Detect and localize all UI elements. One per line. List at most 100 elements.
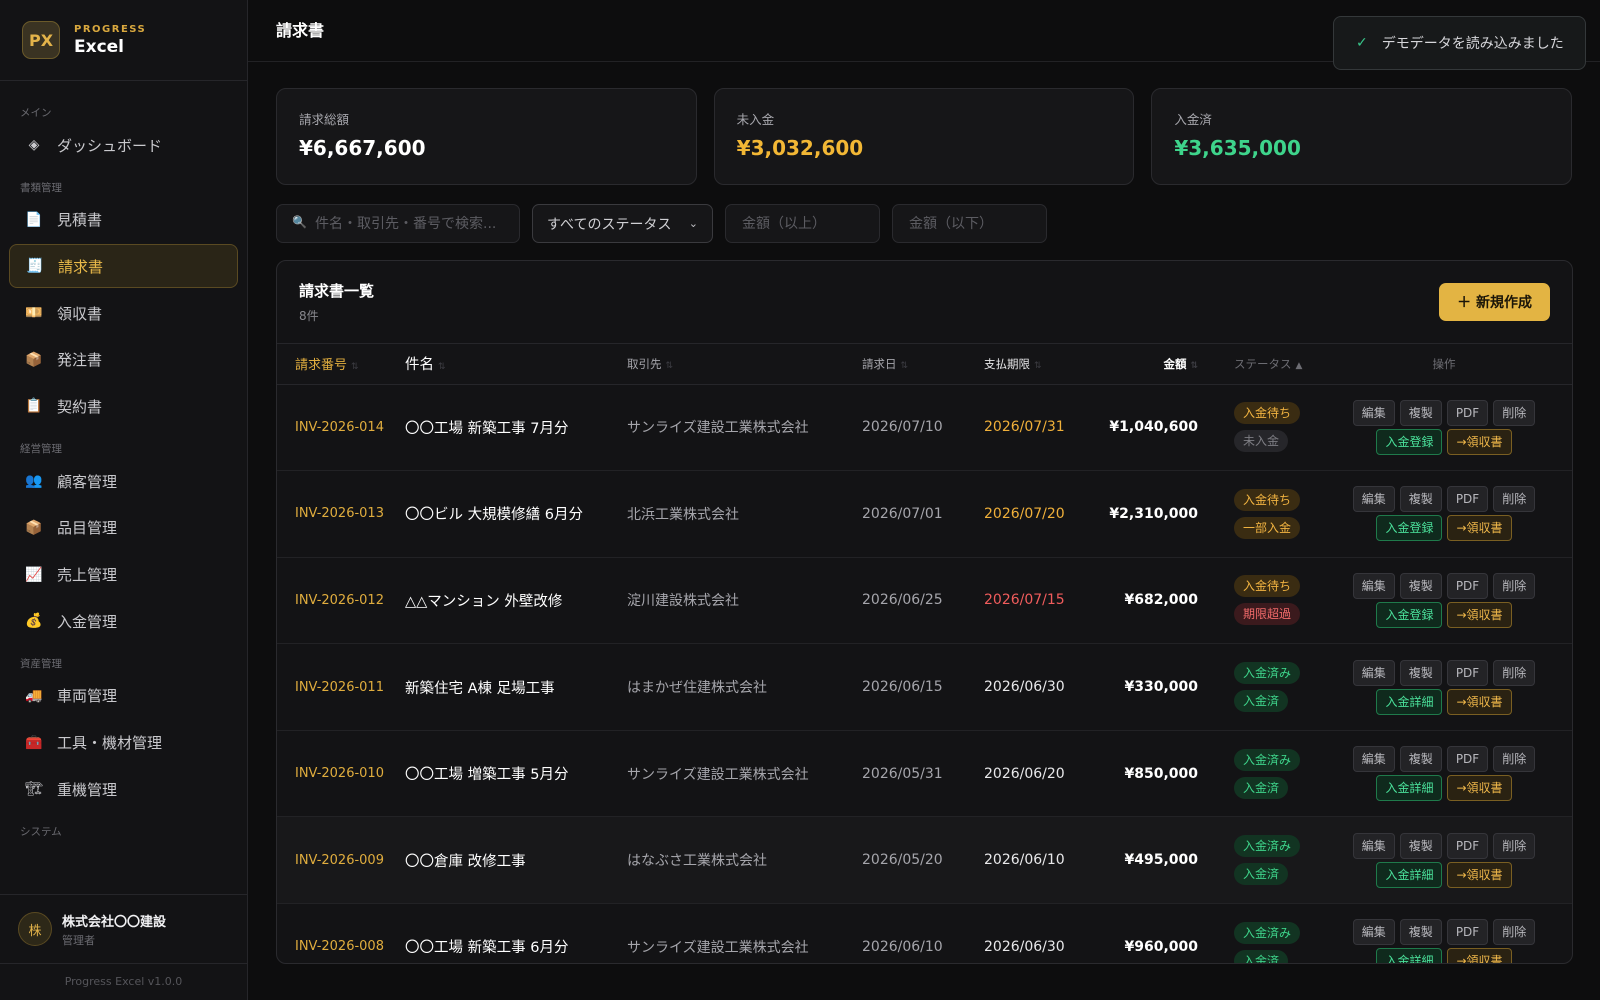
receipt-button[interactable]: →領収書 — [1447, 688, 1512, 715]
table-row[interactable]: INV-2026-009 〇〇倉庫 改修工事 はなぶさ工業株式会社 2026/05/2… — [277, 816, 1572, 904]
edit-button[interactable]: 編集 — [1352, 399, 1395, 426]
pdf-button[interactable]: PDF — [1446, 832, 1489, 859]
delete-button[interactable]: 削除 — [1493, 572, 1536, 599]
sort-icon[interactable]: ⇅ — [901, 361, 909, 371]
new-invoice-button[interactable]: ＋ 新規作成 — [1439, 283, 1550, 321]
pdf-button[interactable]: PDF — [1446, 486, 1489, 513]
search-input[interactable] — [276, 204, 520, 243]
row-actions-top: 編集 複製 PDF 削除 — [1316, 572, 1572, 599]
table-row[interactable]: INV-2026-012 △△マンション 外壁改修 淀川建設株式会社 2026/06/… — [277, 557, 1572, 644]
copy-button[interactable]: 複製 — [1399, 832, 1442, 859]
column-header[interactable]: 金額 ⇅ — [1094, 344, 1198, 385]
table-row[interactable]: INV-2026-014 〇〇工場 新築工事 7月分 サンライズ建設工業株式会社 20… — [277, 384, 1572, 471]
amount-min-input[interactable] — [725, 204, 880, 243]
delete-button[interactable]: 削除 — [1493, 399, 1536, 426]
sort-icon[interactable]: ⇅ — [666, 361, 674, 371]
pdf-button[interactable]: PDF — [1446, 572, 1489, 599]
pdf-button[interactable]: PDF — [1446, 746, 1489, 773]
status-cell: 入金済み 入金済 — [1198, 817, 1316, 904]
sidebar-item[interactable]: 💰 入金管理 — [9, 599, 238, 643]
receipt-button[interactable]: →領収書 — [1447, 775, 1512, 802]
pdf-button[interactable]: PDF — [1446, 659, 1489, 686]
edit-button[interactable]: 編集 — [1352, 919, 1395, 946]
sidebar-item[interactable]: 🏗 重機管理 — [9, 767, 238, 811]
sidebar-item[interactable]: 💴 領収書 — [9, 291, 238, 335]
sidebar-item[interactable]: 📄 見積書 — [9, 198, 238, 242]
column-header[interactable]: ステータス ▲ — [1198, 344, 1316, 385]
payment-button[interactable]: 入金登録 — [1376, 601, 1443, 628]
receipt-button[interactable]: →領収書 — [1447, 861, 1512, 888]
table-row[interactable]: INV-2026-010 〇〇工場 増築工事 5月分 サンライズ建設工業株式会社 20… — [277, 730, 1572, 817]
payment-button[interactable]: 入金詳細 — [1376, 775, 1443, 802]
sort-icon[interactable]: ⇅ — [438, 362, 446, 372]
column-header[interactable]: 請求日 ⇅ — [862, 344, 984, 385]
receipt-button[interactable]: →領収書 — [1447, 515, 1512, 542]
table-row[interactable]: INV-2026-013 〇〇ビル 大規模修繕 6月分 北浜工業株式会社 2026/0… — [277, 471, 1572, 558]
invoice-number[interactable]: INV-2026-009 — [277, 817, 405, 904]
copy-button[interactable]: 複製 — [1399, 399, 1442, 426]
receipt-button[interactable]: →領収書 — [1447, 601, 1512, 628]
copy-button[interactable]: 複製 — [1399, 919, 1442, 946]
copy-button[interactable]: 複製 — [1399, 746, 1442, 773]
invoice-date: 2026/06/25 — [862, 592, 943, 609]
user-profile[interactable]: 株 株式会社〇〇建設 管理者 — [0, 894, 247, 964]
sidebar-item[interactable]: ◈ ダッシュボード — [9, 123, 238, 167]
sort-icon[interactable]: ⇅ — [351, 362, 359, 372]
sidebar-item[interactable]: 📦 品目管理 — [9, 506, 238, 550]
pdf-button[interactable]: PDF — [1446, 399, 1489, 426]
payment-button[interactable]: 入金登録 — [1376, 515, 1443, 542]
column-header[interactable]: 操作 — [1316, 344, 1572, 385]
toast-notification[interactable]: ✓ デモデータを読み込みました — [1333, 16, 1586, 70]
nav-section-label: 書類管理 — [20, 181, 62, 194]
list-header: 請求書一覧 8件 ＋ 新規作成 — [277, 261, 1572, 344]
copy-button[interactable]: 複製 — [1399, 572, 1442, 599]
receipt-button[interactable]: →領収書 — [1447, 948, 1512, 963]
edit-button[interactable]: 編集 — [1352, 486, 1395, 513]
copy-button[interactable]: 複製 — [1399, 486, 1442, 513]
column-header[interactable]: 取引先 ⇅ — [627, 344, 862, 385]
invoice-number[interactable]: INV-2026-008 — [277, 904, 405, 963]
sidebar-item[interactable]: 🚚 車両管理 — [9, 674, 238, 718]
pdf-button[interactable]: PDF — [1446, 919, 1489, 946]
invoice-number[interactable]: INV-2026-010 — [277, 730, 405, 817]
delete-button[interactable]: 削除 — [1493, 746, 1536, 773]
sort-asc-icon[interactable]: ▲ — [1296, 361, 1303, 371]
edit-button[interactable]: 編集 — [1352, 746, 1395, 773]
table-row[interactable]: INV-2026-011 新築住宅 A棟 足場工事 はまかぜ住建株式会社 2026/0… — [277, 644, 1572, 731]
payment-button[interactable]: 入金登録 — [1376, 428, 1443, 455]
row-actions-top: 編集 複製 PDF 削除 — [1316, 486, 1572, 513]
table-row[interactable]: INV-2026-008 〇〇工場 新築工事 6月分 サンライズ建設工業株式会社 20… — [277, 904, 1572, 963]
payment-badge: 入金済 — [1234, 949, 1289, 963]
delete-button[interactable]: 削除 — [1493, 486, 1536, 513]
sidebar-item[interactable]: 📈 売上管理 — [9, 553, 238, 597]
column-header[interactable]: 支払期限 ⇅ — [984, 344, 1094, 385]
invoice-number[interactable]: INV-2026-014 — [277, 384, 405, 471]
delete-button[interactable]: 削除 — [1493, 659, 1536, 686]
column-header[interactable]: 件名 ⇅ — [405, 344, 627, 385]
payment-button[interactable]: 入金詳細 — [1376, 948, 1443, 963]
delete-button[interactable]: 削除 — [1493, 832, 1536, 859]
sidebar-item[interactable]: 👥 顧客管理 — [9, 459, 238, 503]
sort-icon[interactable]: ⇅ — [1190, 361, 1198, 371]
amount-max-input[interactable] — [892, 204, 1047, 243]
copy-button[interactable]: 複製 — [1399, 659, 1442, 686]
sort-icon[interactable]: ⇅ — [1034, 361, 1042, 371]
delete-button[interactable]: 削除 — [1493, 919, 1536, 946]
edit-button[interactable]: 編集 — [1352, 572, 1395, 599]
column-header-label: 支払期限 — [984, 356, 1030, 371]
sidebar-item[interactable]: 📦 発注書 — [9, 338, 238, 382]
sidebar-item[interactable]: 🧾 請求書 — [9, 244, 238, 289]
payment-button[interactable]: 入金詳細 — [1376, 861, 1443, 888]
column-header[interactable]: 請求番号 ⇅ — [277, 344, 405, 385]
status-select[interactable]: すべてのステータス ⌄ — [532, 204, 713, 243]
receipt-button[interactable]: →領収書 — [1447, 428, 1512, 455]
invoice-number[interactable]: INV-2026-011 — [277, 644, 405, 731]
invoice-number[interactable]: INV-2026-013 — [277, 471, 405, 558]
sidebar-item-label: 売上管理 — [57, 566, 118, 584]
sidebar-item[interactable]: 🧰 工具・機材管理 — [9, 721, 238, 765]
payment-button[interactable]: 入金詳細 — [1376, 688, 1443, 715]
edit-button[interactable]: 編集 — [1352, 832, 1395, 859]
invoice-number[interactable]: INV-2026-012 — [277, 557, 405, 644]
edit-button[interactable]: 編集 — [1352, 659, 1395, 686]
sidebar-item[interactable]: 📋 契約書 — [9, 384, 238, 428]
